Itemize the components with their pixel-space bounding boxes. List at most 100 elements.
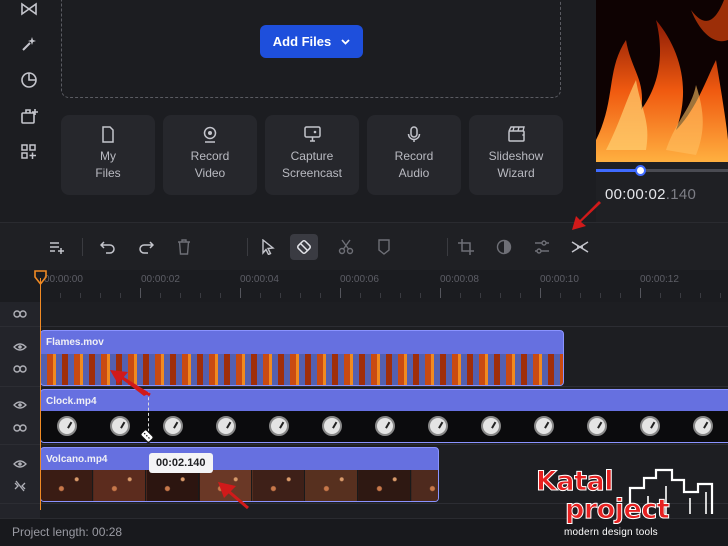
stickers-icon[interactable] <box>18 69 40 91</box>
clip-name: Volcano.mp4 <box>46 454 108 465</box>
ruler-tick <box>60 293 61 298</box>
ruler-label: 00:00:10 <box>540 274 579 285</box>
razor-cursor-icon <box>140 429 154 443</box>
ruler-tick <box>380 293 381 298</box>
link-icon[interactable] <box>13 307 27 321</box>
ruler-tick <box>640 288 641 298</box>
annotation-arrow-icon <box>110 370 151 397</box>
slideshow-wizard-tile[interactable]: Slideshow Wizard <box>469 115 563 195</box>
transitions-icon[interactable] <box>18 0 40 20</box>
eye-icon[interactable] <box>13 398 27 412</box>
crop-icon[interactable] <box>454 235 478 259</box>
add-files-button[interactable]: Add Files <box>260 25 363 58</box>
media-panel: Add Files My Files Record Video Capture … <box>58 0 596 222</box>
adjust-icon[interactable] <box>530 235 554 259</box>
ruler-tick <box>600 293 601 298</box>
effects-icon[interactable] <box>18 33 40 55</box>
ruler-tick <box>660 293 661 298</box>
redo-icon[interactable] <box>134 235 158 259</box>
capture-screencast-tile[interactable]: Capture Screencast <box>265 115 359 195</box>
ruler-tick <box>360 293 361 298</box>
pointer-icon[interactable] <box>256 235 280 259</box>
volcano-thumbnail <box>41 470 93 501</box>
preview-video-frame[interactable] <box>596 0 728 162</box>
slideshow-icon <box>507 125 525 143</box>
annotation-arrow-icon <box>218 482 249 510</box>
toolbar-separator <box>447 238 448 256</box>
razor-icon[interactable] <box>290 234 318 260</box>
eye-icon[interactable] <box>13 340 27 354</box>
microphone-icon <box>407 125 421 143</box>
record-video-tile[interactable]: Record Video <box>163 115 257 195</box>
ruler-tick <box>520 293 521 298</box>
volcano-thumbnail <box>253 470 305 501</box>
tile-label: Record Audio <box>394 149 434 180</box>
ruler-label: 00:00:08 <box>440 274 479 285</box>
playhead-handle[interactable] <box>34 270 47 286</box>
ruler-tick <box>240 288 241 298</box>
record-audio-tile[interactable]: Record Audio <box>367 115 461 195</box>
delete-icon[interactable] <box>172 235 196 259</box>
marker-icon[interactable] <box>372 235 396 259</box>
master-track <box>40 302 728 326</box>
ruler-tick <box>340 288 341 298</box>
file-icon <box>101 125 115 143</box>
ruler-tick <box>300 293 301 298</box>
link-icon[interactable] <box>13 421 27 435</box>
screen-icon <box>303 125 321 143</box>
seek-bar[interactable] <box>596 169 728 172</box>
clock-thumbnail <box>428 416 448 436</box>
link-icon[interactable] <box>13 362 27 376</box>
preview-panel: 00:00:02.140 <box>596 0 728 222</box>
ruler-tick <box>480 293 481 298</box>
ruler-tick <box>580 293 581 298</box>
timeline-ruler[interactable]: 00:00:00 00:00:02 00:00:04 00:00:06 00:0… <box>0 270 728 302</box>
unlink-icon[interactable] <box>13 479 27 493</box>
toolbar-separator <box>247 238 248 256</box>
track-header-empty <box>0 504 40 518</box>
eye-icon[interactable] <box>13 457 27 471</box>
ruler-tick <box>440 288 441 298</box>
ruler-tick <box>120 293 121 298</box>
clock-thumbnail <box>110 416 130 436</box>
logo-text-line1: Katal <box>535 466 614 498</box>
ruler-tick <box>140 288 141 298</box>
ruler-tick <box>200 293 201 298</box>
clock-thumbnail <box>216 416 236 436</box>
more-tools-icon[interactable] <box>18 141 40 163</box>
cut-icon[interactable] <box>334 235 358 259</box>
ruler-label: 00:00:00 <box>44 274 83 285</box>
split-icon[interactable] <box>568 235 592 259</box>
ruler-tick <box>700 293 701 298</box>
katalproject-logo: Katal project modern design tools <box>534 466 728 546</box>
timeline-toolbar <box>0 222 728 270</box>
seek-handle[interactable] <box>634 165 646 176</box>
webcam-icon <box>202 125 218 143</box>
logo-text-line2: project <box>564 494 670 526</box>
clock-thumbnail <box>534 416 554 436</box>
tile-label: Capture Screencast <box>281 149 343 180</box>
ruler-tick <box>320 293 321 298</box>
track-header-2 <box>0 387 40 444</box>
tile-label: Record Video <box>190 149 230 180</box>
ruler-tick <box>180 293 181 298</box>
clip-name: Clock.mp4 <box>46 396 97 407</box>
ruler-tick <box>80 293 81 298</box>
clock-thumbnail <box>481 416 501 436</box>
ruler-tick <box>100 293 101 298</box>
chevron-down-icon <box>341 38 350 45</box>
ruler-tick <box>280 293 281 298</box>
ruler-tick <box>500 293 501 298</box>
cut-position-tooltip: 00:02.140 <box>149 453 213 473</box>
project-length: Project length: 00:28 <box>12 525 123 539</box>
clock-thumbnail <box>322 416 342 436</box>
export-icon[interactable] <box>18 105 40 127</box>
ruler-tick <box>560 293 561 298</box>
add-track-icon[interactable] <box>45 235 69 259</box>
track-header-3 <box>0 445 40 503</box>
undo-icon[interactable] <box>96 235 120 259</box>
color-icon[interactable] <box>492 235 516 259</box>
ruler-label: 00:00:06 <box>340 274 379 285</box>
toolbar-separator <box>82 238 83 256</box>
my-files-tile[interactable]: My Files <box>61 115 155 195</box>
